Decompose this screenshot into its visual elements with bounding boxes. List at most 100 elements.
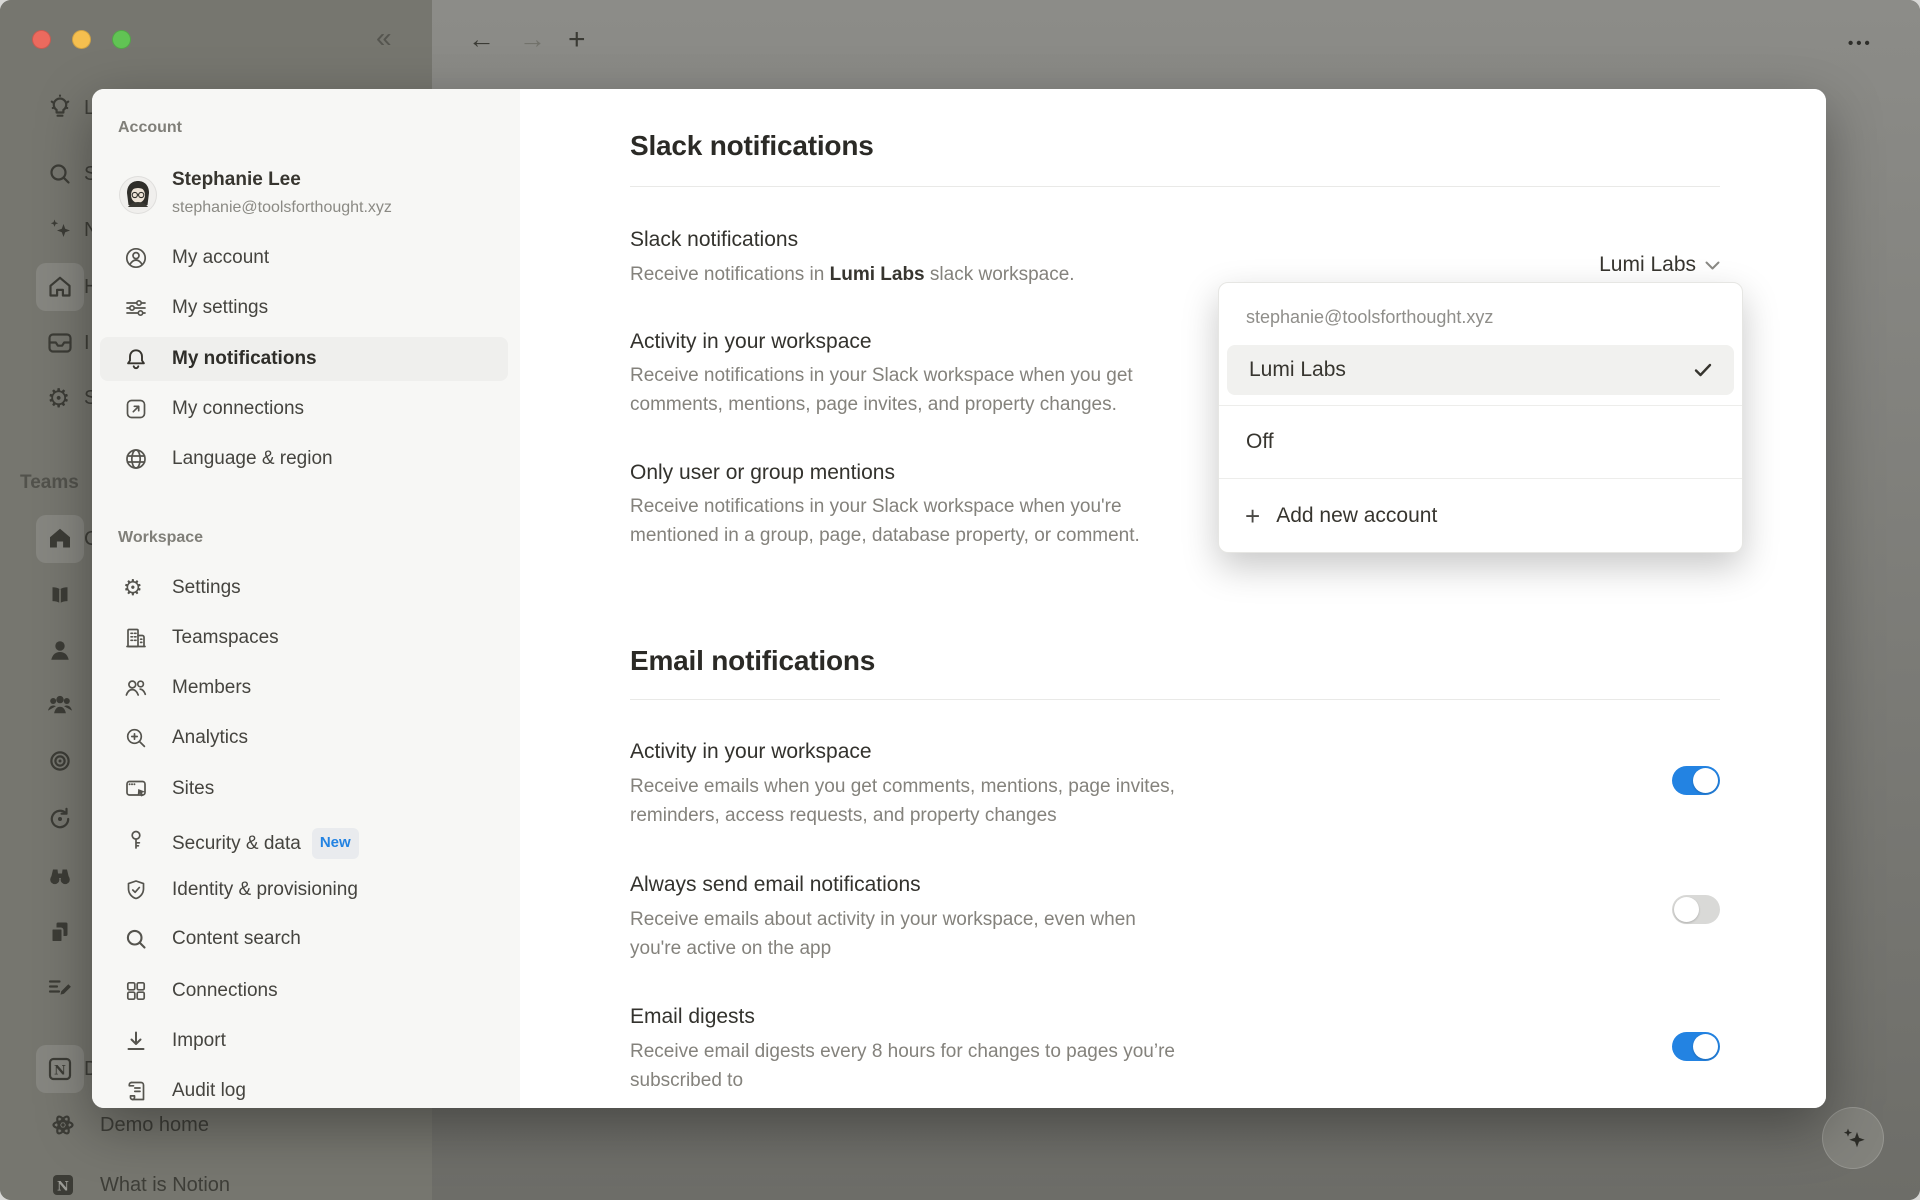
workspace-section-header: Workspace bbox=[118, 529, 203, 547]
sidebar-item-what-is-notion[interactable]: N What is Notion bbox=[0, 1161, 432, 1200]
always-send-title: Always send email notifications bbox=[630, 872, 921, 898]
more-options-icon[interactable]: ••• bbox=[1848, 30, 1873, 57]
settings-sidebar: Account Stephanie Lee stephanie@toolsfor… bbox=[92, 89, 520, 1108]
person-circle-icon bbox=[123, 245, 149, 271]
target-icon bbox=[45, 746, 75, 776]
checkmark-icon bbox=[1694, 363, 1712, 377]
ai-sparkles-icon bbox=[1837, 1122, 1871, 1156]
slack-activity-desc: Receive notifications in your Slack work… bbox=[630, 361, 1190, 419]
audit-log-icon bbox=[123, 1078, 149, 1104]
sites-icon bbox=[123, 776, 149, 802]
inbox-icon bbox=[45, 328, 75, 358]
content-search-icon bbox=[123, 926, 149, 952]
sidebar-item-security-data[interactable]: Security & dataNew bbox=[92, 818, 520, 862]
search-icon bbox=[45, 159, 75, 189]
notion-page-icon: N bbox=[45, 1054, 75, 1084]
email-activity-toggle[interactable] bbox=[1672, 766, 1720, 795]
sidebar-item-my-account[interactable]: My account bbox=[92, 236, 520, 280]
slack-notifications-setting-title: Slack notifications bbox=[630, 227, 798, 253]
zoom-window-button[interactable] bbox=[112, 30, 131, 49]
account-section-header: Account bbox=[118, 119, 182, 137]
globe-icon bbox=[123, 446, 149, 472]
email-section-heading: Email notifications bbox=[630, 645, 875, 677]
key-icon bbox=[123, 827, 149, 853]
menu-option-lumi-labs[interactable]: Lumi Labs bbox=[1227, 345, 1734, 395]
sidebar-item-language-region[interactable]: Language & region bbox=[92, 437, 520, 481]
home-icon bbox=[45, 272, 75, 302]
notion-page-icon: N bbox=[48, 1170, 78, 1200]
analytics-icon bbox=[123, 725, 149, 751]
sidebar-item-teamspaces[interactable]: Teamspaces bbox=[92, 616, 520, 660]
slack-activity-title: Activity in your workspace bbox=[630, 329, 872, 355]
sidebar-item-my-connections[interactable]: My connections bbox=[92, 387, 520, 431]
slack-workspace-dropdown[interactable]: Lumi Labs bbox=[1599, 252, 1720, 278]
person-icon bbox=[45, 636, 75, 666]
shield-check-icon bbox=[123, 877, 149, 903]
sidebar-item-import[interactable]: Import bbox=[92, 1019, 520, 1063]
people-icon bbox=[45, 690, 75, 720]
svg-text:N: N bbox=[54, 1064, 66, 1079]
arrow-square-icon bbox=[123, 396, 149, 422]
email-digests-title: Email digests bbox=[630, 1004, 755, 1030]
slack-workspace-menu: stephanie@toolsforthought.xyz Lumi Labs … bbox=[1218, 282, 1743, 553]
copy-pages-icon bbox=[45, 918, 75, 948]
building-icon bbox=[123, 625, 149, 651]
ai-sparkles-icon bbox=[45, 215, 75, 245]
close-window-button[interactable] bbox=[32, 30, 51, 49]
slack-notifications-setting-desc: Receive notifications in Lumi Labs slack… bbox=[630, 260, 1250, 289]
notion-ai-floating-button[interactable] bbox=[1822, 1107, 1884, 1169]
sidebar-item-members[interactable]: Members bbox=[92, 666, 520, 710]
connections-grid-icon bbox=[123, 978, 149, 1004]
email-activity-desc: Receive emails when you get comments, me… bbox=[630, 772, 1175, 830]
sidebar-item-sites[interactable]: Sites bbox=[92, 767, 520, 811]
members-icon bbox=[123, 675, 149, 701]
teams-section-label: Teams bbox=[20, 472, 79, 494]
menu-action-add-account[interactable]: + Add new account bbox=[1219, 479, 1742, 552]
book-icon bbox=[45, 581, 75, 611]
always-send-toggle[interactable] bbox=[1672, 895, 1720, 924]
svg-text:N: N bbox=[57, 1180, 69, 1195]
sidebar-item-audit-log[interactable]: Audit log bbox=[92, 1069, 520, 1113]
refresh-icon bbox=[45, 804, 75, 834]
binoculars-icon bbox=[45, 860, 75, 890]
sidebar-item-content-search[interactable]: Content search bbox=[92, 917, 520, 961]
new-tab-icon[interactable]: + bbox=[568, 26, 586, 53]
divider bbox=[630, 186, 1720, 187]
forward-icon[interactable]: → bbox=[519, 26, 546, 53]
settings-modal: Account Stephanie Lee stephanie@toolsfor… bbox=[92, 89, 1826, 1108]
plus-icon: + bbox=[1245, 503, 1260, 529]
always-send-desc: Receive emails about activity in your wo… bbox=[630, 905, 1175, 963]
sidebar-item-my-notifications[interactable]: My notifications bbox=[92, 337, 520, 381]
email-digests-toggle[interactable] bbox=[1672, 1032, 1720, 1061]
sidebar-item-my-settings[interactable]: My settings bbox=[92, 286, 520, 330]
sidebar-item-analytics[interactable]: Analytics bbox=[92, 716, 520, 760]
slack-mentions-title: Only user or group mentions bbox=[630, 460, 895, 486]
sidebar-item-connections[interactable]: Connections bbox=[92, 969, 520, 1013]
app-window: « ← → + ••• L S N H I bbox=[0, 0, 1920, 1200]
gear-icon: ⚙ bbox=[123, 575, 149, 601]
sidebar-item-identity-provisioning[interactable]: Identity & provisioning bbox=[92, 868, 520, 912]
back-icon[interactable]: ← bbox=[468, 26, 495, 53]
atom-icon bbox=[48, 1110, 78, 1140]
divider bbox=[630, 699, 1720, 700]
slack-section-heading: Slack notifications bbox=[630, 130, 874, 162]
user-name: Stephanie Lee bbox=[172, 169, 301, 191]
team-home-icon bbox=[45, 524, 75, 554]
minimize-window-button[interactable] bbox=[72, 30, 91, 49]
account-email-header: stephanie@toolsforthought.xyz bbox=[1219, 283, 1742, 328]
menu-option-off[interactable]: Off bbox=[1219, 406, 1742, 478]
avatar bbox=[119, 176, 157, 214]
gear-icon: ⚙ bbox=[47, 383, 70, 413]
email-activity-title: Activity in your workspace bbox=[630, 739, 872, 765]
bell-icon bbox=[123, 346, 149, 372]
sidebar-collapse-icon[interactable]: « bbox=[376, 24, 392, 51]
sidebar-item-settings[interactable]: ⚙ Settings bbox=[92, 566, 520, 610]
email-digests-desc: Receive email digests every 8 hours for … bbox=[630, 1037, 1175, 1095]
import-icon bbox=[123, 1028, 149, 1054]
sliders-icon bbox=[123, 295, 149, 321]
settings-content: Slack notifications Slack notifications … bbox=[520, 89, 1826, 1108]
chevron-down-icon bbox=[1705, 261, 1720, 270]
slack-mentions-desc: Receive notifications in your Slack work… bbox=[630, 492, 1190, 550]
lightbulb-icon bbox=[45, 93, 75, 123]
compose-icon bbox=[45, 972, 75, 1002]
